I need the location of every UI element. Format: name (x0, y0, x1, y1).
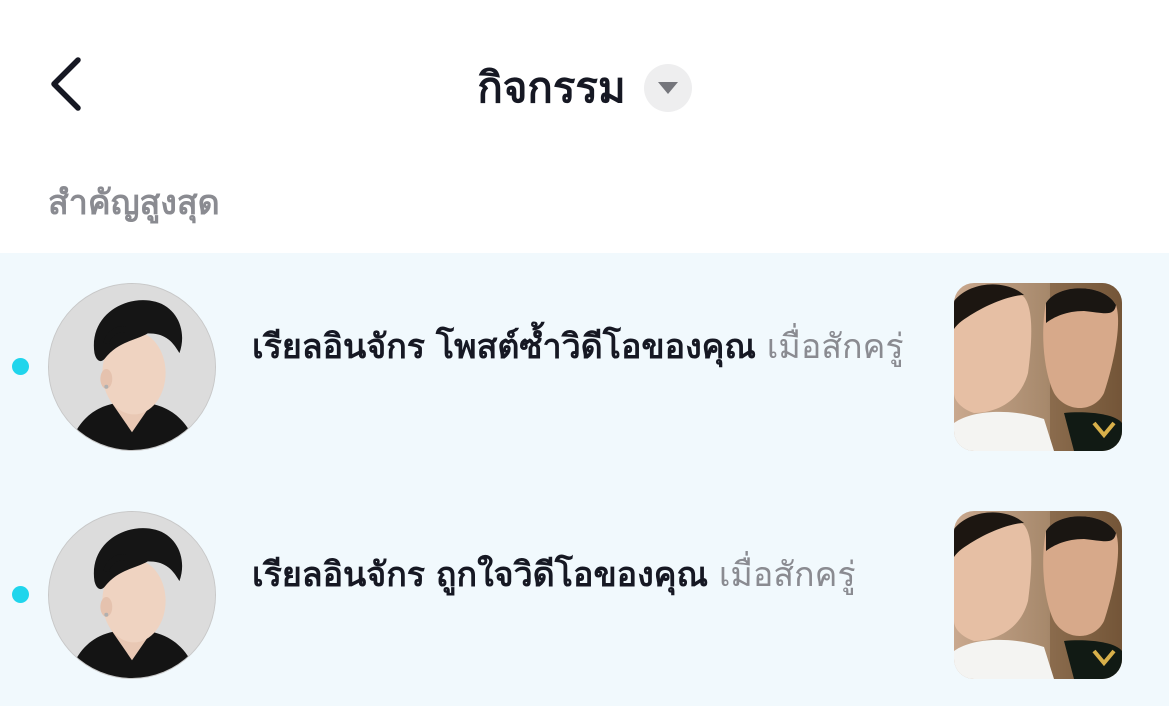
caret-down-icon (657, 82, 678, 94)
activity-filter-dropdown[interactable] (643, 64, 692, 112)
header: กิจกรรม (0, 0, 1169, 176)
notification-item[interactable]: เรียลอินจักร ถูกใจวิดีโอของคุณ เมื่อสักค… (0, 481, 1169, 706)
avatar-image (49, 512, 215, 678)
video-thumbnail[interactable] (954, 283, 1122, 451)
timestamp: เมื่อสักครู่ (718, 555, 856, 595)
unread-dot (12, 358, 29, 375)
avatar[interactable] (48, 283, 216, 451)
title-group: กิจกรรม (0, 56, 1169, 120)
notification-action: โพสต์ซ้ำวิดีโอของคุณ (435, 327, 756, 367)
avatar[interactable] (48, 511, 216, 679)
notification-text: เรียลอินจักร ถูกใจวิดีโอของคุณ เมื่อสักค… (252, 547, 912, 603)
notification-list: เรียลอินจักร โพสต์ซ้ำวิดีโอของคุณ เมื่อส… (0, 253, 1169, 706)
timestamp: เมื่อสักครู่ (766, 327, 904, 367)
page-title[interactable]: กิจกรรม (477, 56, 625, 120)
unread-dot (12, 586, 29, 603)
activity-screen: กิจกรรม สำคัญสูงสุด เรียลอินจักร โพสต์ซ้… (0, 0, 1169, 706)
video-thumbnail-image (954, 511, 1122, 679)
section-label: สำคัญสูงสุด (48, 183, 220, 223)
video-thumbnail[interactable] (954, 511, 1122, 679)
username[interactable]: เรียลอินจักร (252, 555, 425, 595)
notification-action: ถูกใจวิดีโอของคุณ (435, 555, 708, 595)
avatar-image (49, 284, 215, 450)
video-thumbnail-image (954, 283, 1122, 451)
notification-text: เรียลอินจักร โพสต์ซ้ำวิดีโอของคุณ เมื่อส… (252, 319, 912, 375)
notification-item[interactable]: เรียลอินจักร โพสต์ซ้ำวิดีโอของคุณ เมื่อส… (0, 253, 1169, 481)
username[interactable]: เรียลอินจักร (252, 327, 425, 367)
